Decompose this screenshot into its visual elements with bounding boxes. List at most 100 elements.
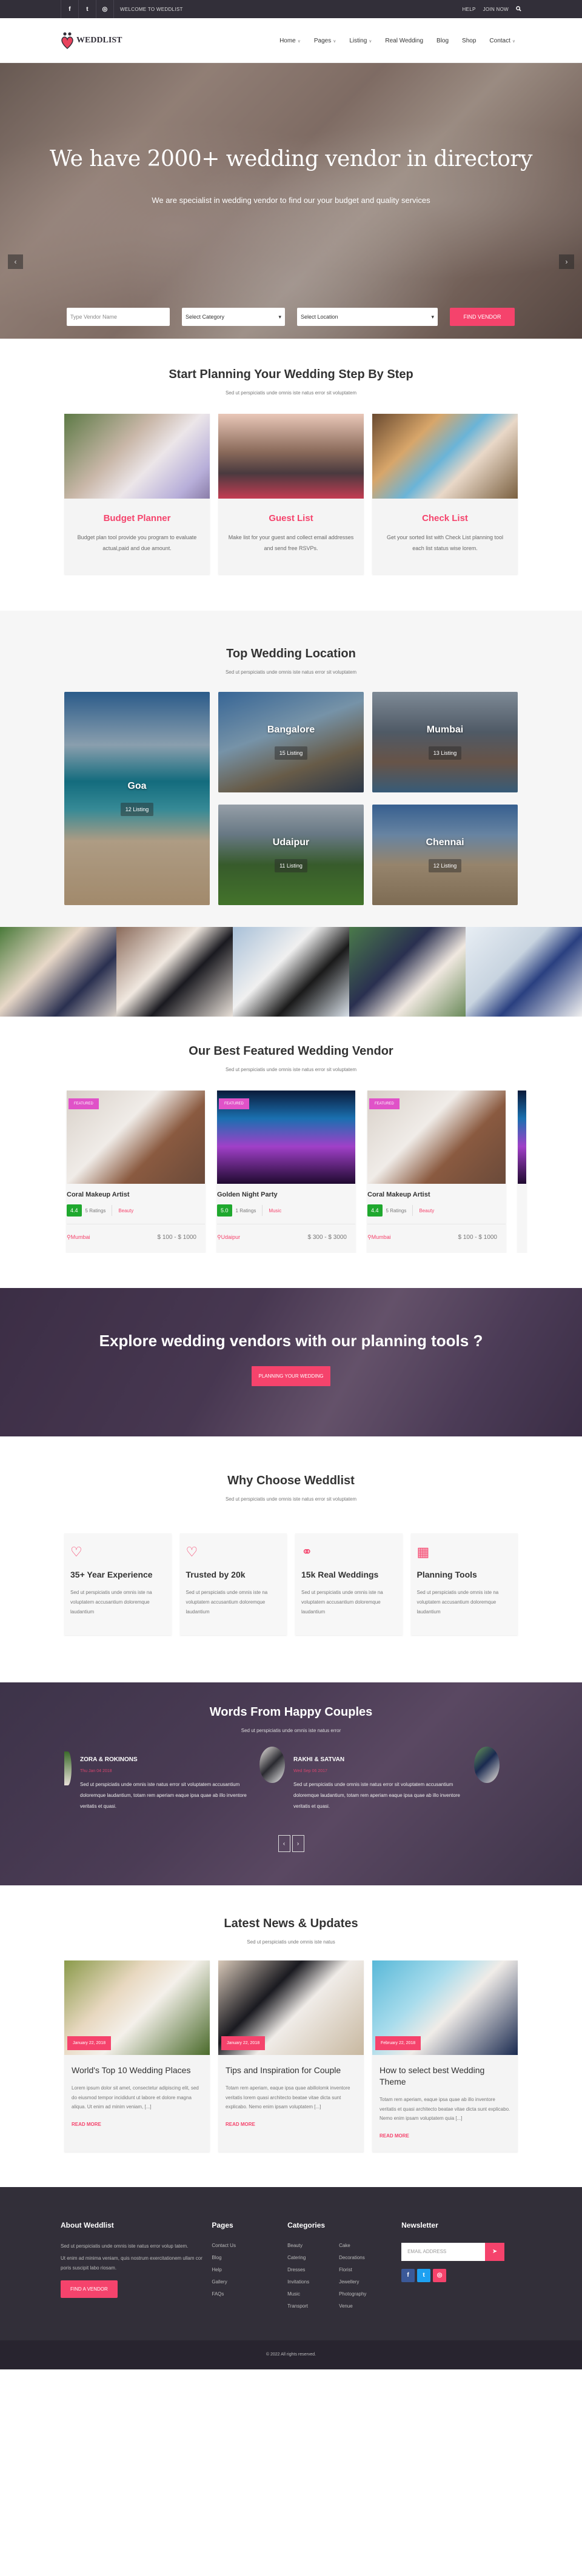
category-link[interactable]: Catering [287,2255,339,2260]
gallery-photo[interactable] [116,927,233,1017]
gallery-photo[interactable] [349,927,466,1017]
vendor-search-form: Type Vendor Name Select Category ▾ Select… [67,308,515,326]
vendor-card[interactable]: FEATURED Golden Night Party 5.0 1 Ratings… [217,1090,355,1253]
planning-card-check-list[interactable]: Check List Get your sorted list with Chec… [372,414,518,574]
vendor-location[interactable]: ⚲Mumbai [367,1234,391,1241]
testimonial-next-button[interactable]: › [292,1835,304,1852]
news-title[interactable]: How to select best Wedding Theme [380,2065,510,2088]
vendor-category[interactable]: Beauty [118,1208,133,1213]
nav-listing[interactable]: Listing ∨ [349,38,372,44]
card-desc: Get your sorted list with Check List pla… [386,534,504,551]
join-now-link[interactable]: JOIN NOW [483,7,509,12]
news-title[interactable]: World's Top 10 Wedding Places [72,2065,202,2076]
footer-link[interactable]: FAQs [212,2291,287,2297]
gallery-photo[interactable] [466,927,582,1017]
vendor-card[interactable]: FEATURED Coral Makeup Artist 4.4 5 Rating… [67,1090,205,1253]
planning-card-guest-list[interactable]: Guest List Make list for your guest and c… [218,414,364,574]
location-select[interactable]: Select Location ▾ [297,308,438,326]
news-image: January 22, 2018 [64,1960,210,2055]
newsletter-email-input[interactable]: EMAIL ADDRESS [401,2242,486,2261]
category-link[interactable]: Decorations [339,2255,390,2260]
why-title: Trusted by 20k [186,1570,246,1579]
send-icon[interactable]: ➤ [485,2242,505,2261]
gallery-photo[interactable] [0,927,116,1017]
logo[interactable]: WEDDLIST [61,32,122,50]
news-title[interactable]: Tips and Inspiration for Couple [226,2065,356,2076]
nav-blog[interactable]: Blog [436,38,449,44]
location-card-mumbai[interactable]: Mumbai 13 Listing [372,692,518,792]
vendor-card-partial[interactable] [518,1090,526,1253]
category-link[interactable]: Transport [287,2303,339,2309]
hero-subtitle: We are specialist in wedding vendor to f… [152,196,430,205]
help-link[interactable]: HELP [462,7,475,12]
news-date: January 22, 2018 [67,2036,112,2050]
vendor-image: FEATURED [67,1090,205,1184]
category-link[interactable]: Music [287,2291,339,2297]
category-select[interactable]: Select Category ▾ [182,308,285,326]
category-link[interactable]: Invitations [287,2279,339,2285]
news-card[interactable]: January 22, 2018 Tips and Inspiration fo… [218,1960,364,2152]
read-more-link[interactable]: READ MORE [226,2122,356,2127]
read-more-link[interactable]: READ MORE [72,2122,202,2127]
category-link[interactable]: Venue [339,2303,390,2309]
location-card-chennai[interactable]: Chennai 12 Listing [372,805,518,905]
nav-pages[interactable]: Pages ∨ [314,38,336,44]
facebook-icon[interactable]: f [401,2268,415,2282]
gallery-photo[interactable] [233,927,349,1017]
category-link[interactable]: Cake [339,2243,390,2248]
location-card-udaipur[interactable]: Udaipur 11 Listing [218,805,364,905]
facebook-icon[interactable]: f [61,0,78,18]
news-card[interactable]: January 22, 2018 World's Top 10 Wedding … [64,1960,210,2152]
testimonial-prev-button[interactable]: ‹ [278,1835,290,1852]
category-link[interactable]: Photography [339,2291,390,2297]
vendor-location[interactable]: ⚲Mumbai [67,1234,90,1241]
slider-prev-button[interactable]: ‹ [8,254,23,269]
vendor-price: $ 300 - $ 3000 [307,1234,347,1241]
category-link[interactable]: Jewellery [339,2279,390,2285]
category-link[interactable]: Dresses [287,2267,339,2272]
twitter-icon[interactable]: t [78,0,96,18]
slider-next-button[interactable]: › [559,254,574,269]
vendor-location[interactable]: ⚲Udaipur [217,1234,240,1241]
map-pin-icon: ⚲ [217,1234,221,1240]
couple-avatar [259,1747,285,1783]
footer-link[interactable]: Gallery [212,2279,287,2285]
nav-shop[interactable]: Shop [462,38,476,44]
section-subtitle: Sed ut perspiciatis unde omnis iste natu… [247,1939,335,1945]
vendor-category[interactable]: Beauty [419,1208,434,1213]
instagram-icon[interactable]: ◎ [433,2268,447,2282]
read-more-link[interactable]: READ MORE [380,2133,510,2139]
vendor-card[interactable]: FEATURED Coral Makeup Artist 4.4 5 Rating… [367,1090,506,1253]
section-title: Latest News & Updates [224,1917,358,1930]
nav-real-wedding[interactable]: Real Wedding [385,38,423,44]
why-desc: Sed ut perspiciatis unde omnis iste na v… [301,1590,383,1615]
location-card-goa[interactable]: Goa 12 Listing [64,692,210,905]
search-icon[interactable] [516,5,521,13]
map-pin-icon: ⚲ [367,1234,372,1240]
featured-badge: FEATURED [69,1098,99,1109]
nav-contact[interactable]: Contact ∨ [489,38,515,44]
category-link[interactable]: Beauty [287,2243,339,2248]
planning-your-wedding-button[interactable]: PLANNING YOUR WEDDING [251,1366,331,1386]
testimonial-date: Thu Jan 04 2018 [80,1769,112,1773]
testimonial-quote: Sed ut perspiciatis unde omnis iste natu… [293,1782,460,1809]
footer-link[interactable]: Contact Us [212,2243,287,2248]
footer-link[interactable]: Help [212,2267,287,2272]
news-card[interactable]: February 22, 2018 How to select best Wed… [372,1960,518,2152]
vendor-name-input[interactable]: Type Vendor Name [67,308,170,326]
category-link[interactable]: Florist [339,2267,390,2272]
vendor-image: FEATURED [217,1090,355,1184]
footer-about-text: Ut enim ad minima veniam, quis nostrum e… [61,2255,202,2271]
nav-home[interactable]: Home ∨ [279,38,301,44]
find-a-vendor-button[interactable]: FIND A VENDOR [61,2280,118,2298]
location-card-bangalore[interactable]: Bangalore 15 Listing [218,692,364,792]
instagram-icon[interactable]: ◎ [96,0,114,18]
find-vendor-button[interactable]: FIND VENDOR [450,308,515,326]
twitter-icon[interactable]: t [417,2268,431,2282]
planning-card-budget[interactable]: Budget Planner Budget plan tool provide y… [64,414,210,574]
why-card: ⚭ 15k Real Weddings Sed ut perspiciatis un… [295,1533,403,1635]
map-pin-icon: ⚲ [67,1234,71,1240]
vendor-category[interactable]: Music [269,1208,281,1213]
card-title: Guest List [269,513,313,523]
footer-link[interactable]: Blog [212,2255,287,2260]
